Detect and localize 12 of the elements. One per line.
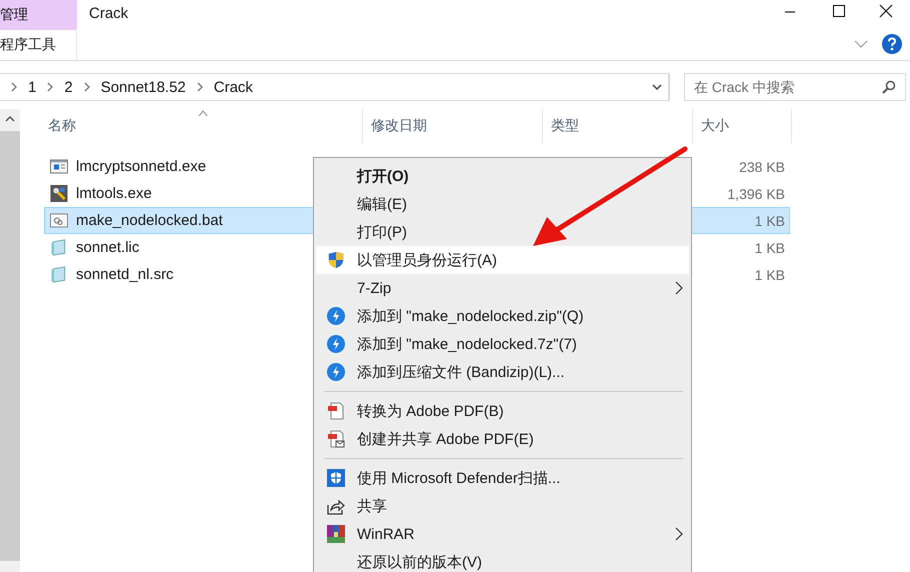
file-name: sonnet.lic [76, 239, 140, 256]
file-size: 238 KB [739, 158, 786, 174]
file-size: 1 KB [754, 266, 786, 282]
file-name: lmtools.exe [76, 185, 153, 202]
file-name: sonnetd_nl.src [76, 266, 175, 283]
file-size: 1,396 KB [727, 186, 786, 202]
ribbon-group-label: 程序工具 [0, 36, 56, 54]
file-size: 1 KB [754, 240, 786, 256]
file-name: make_nodelocked.bat [76, 212, 224, 229]
file-name: lmcryptsonnetd.exe [76, 158, 208, 175]
window-title: Crack [89, 4, 130, 24]
file-size: 1 KB [754, 212, 786, 228]
